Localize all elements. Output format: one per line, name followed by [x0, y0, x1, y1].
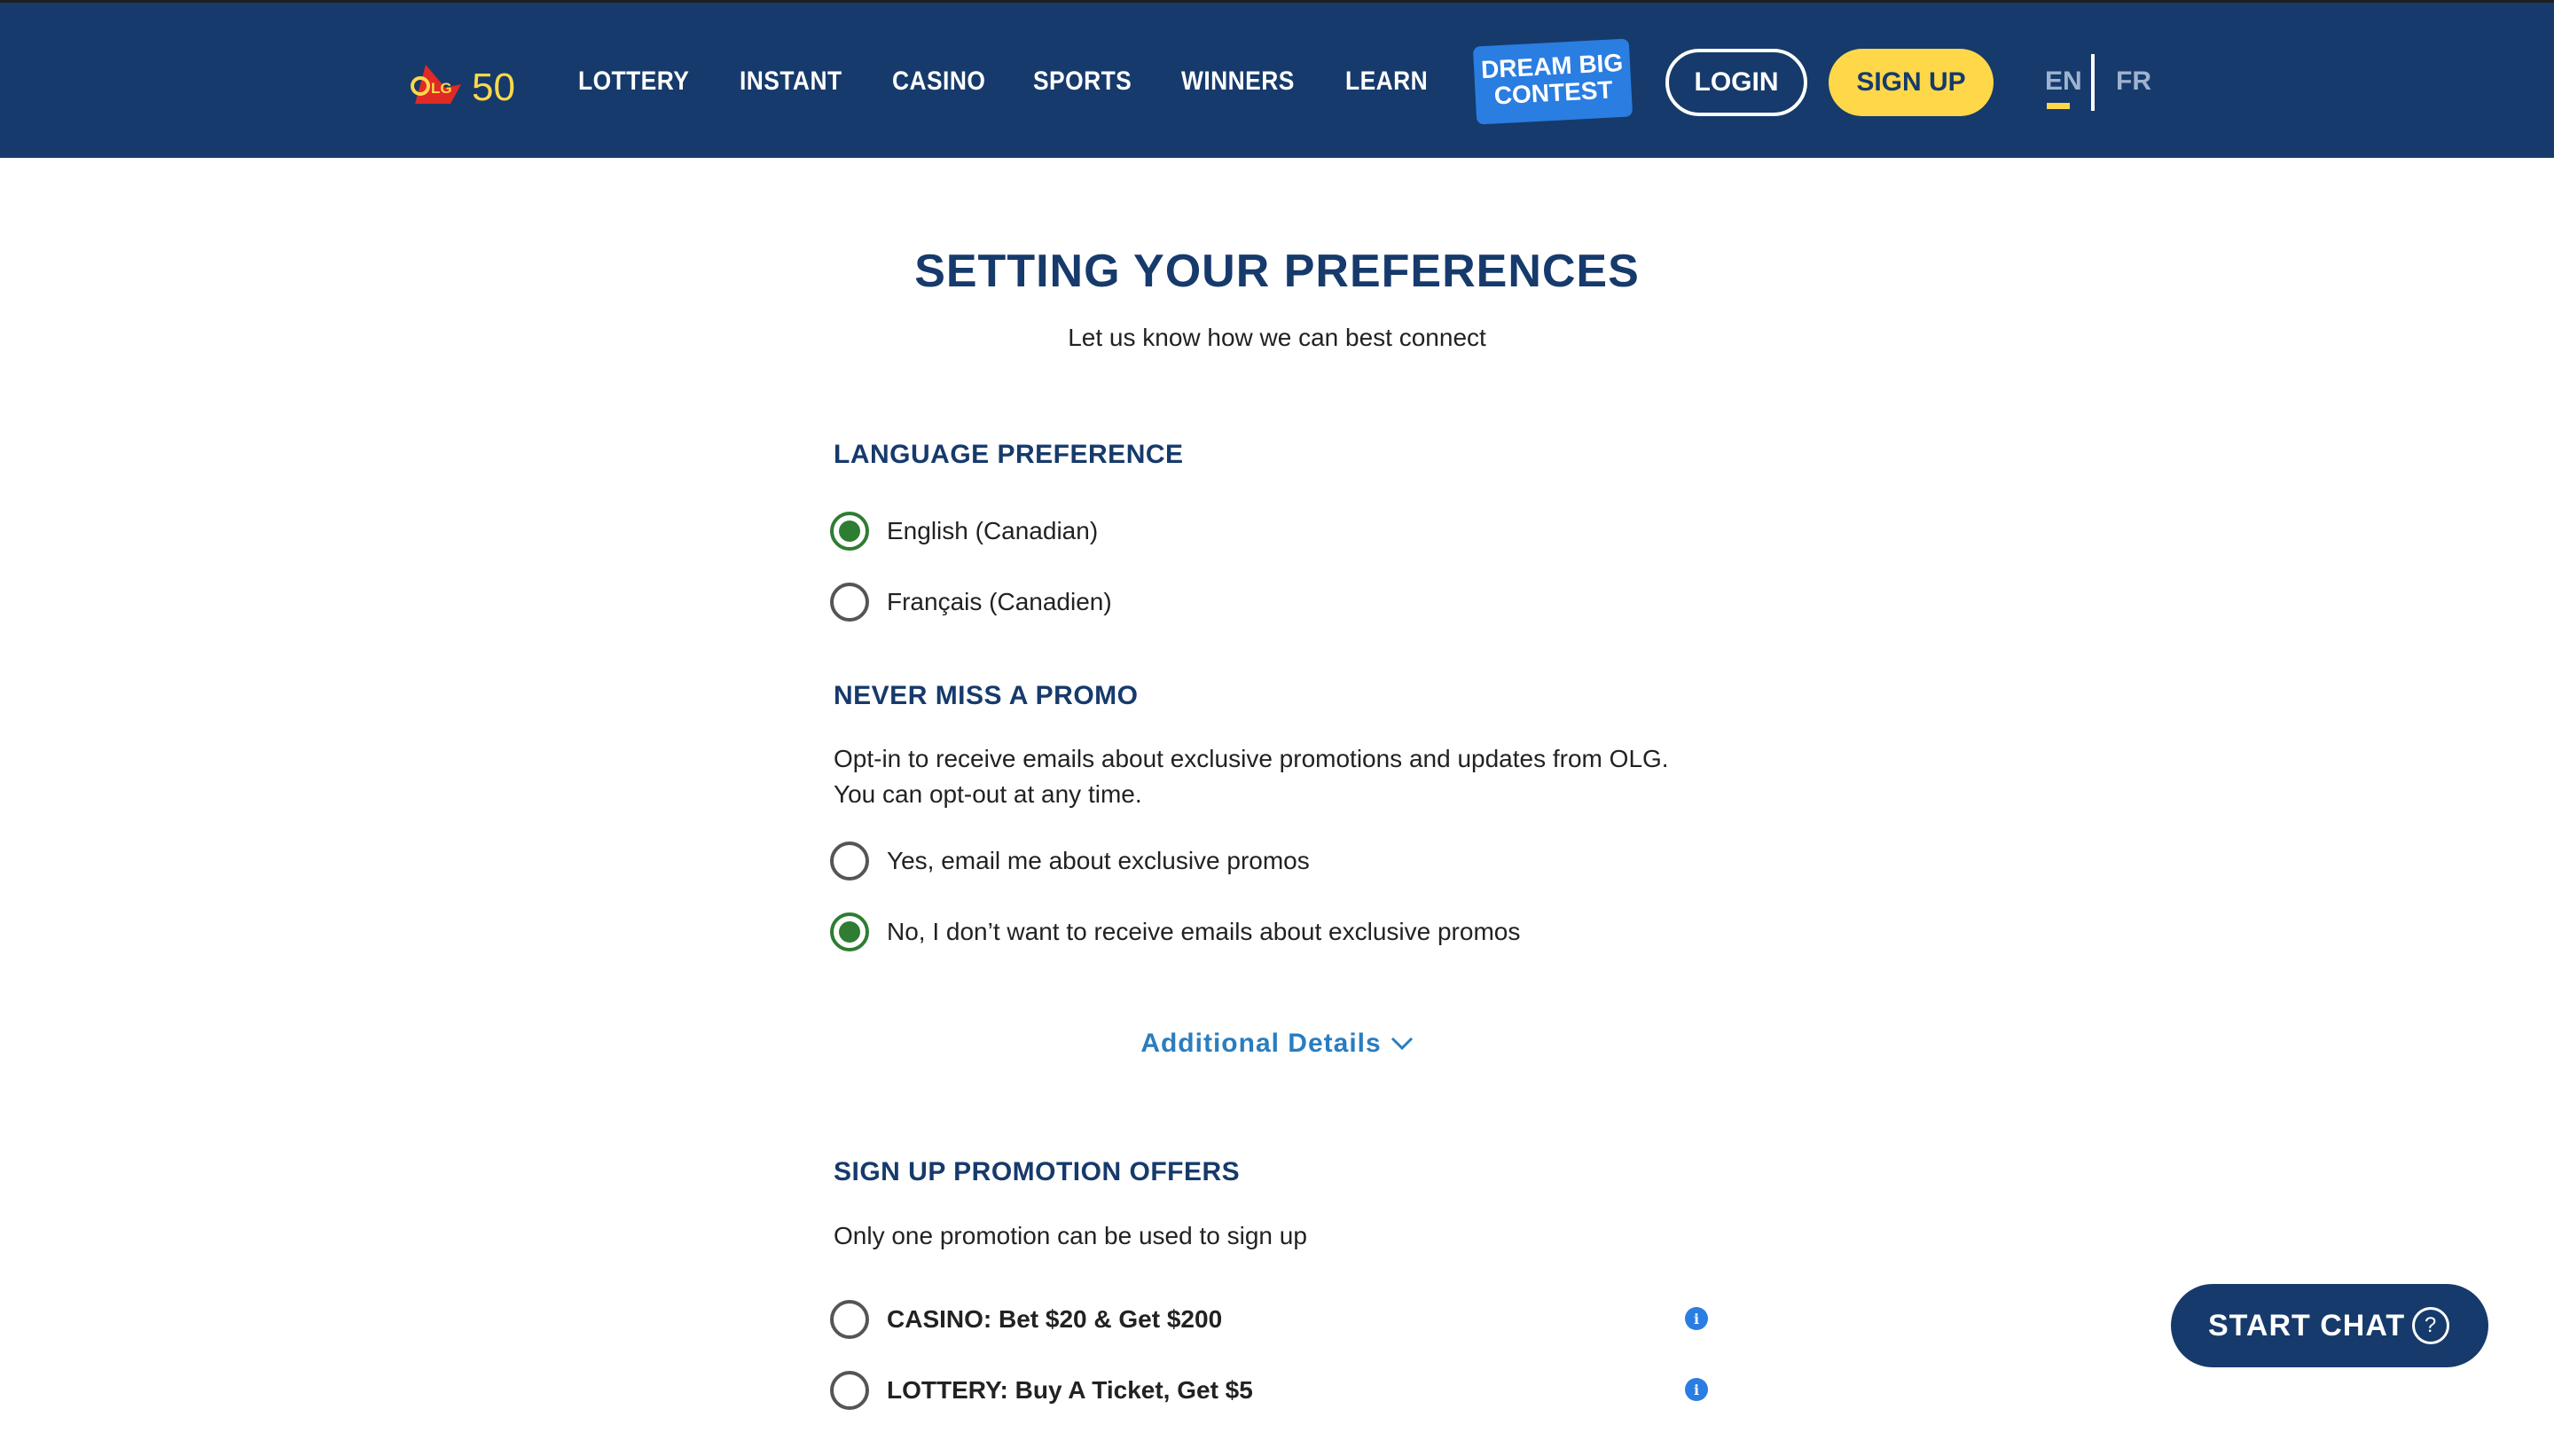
signup-offers-heading: SIGN UP PROMOTION OFFERS — [834, 1157, 1241, 1186]
promo-heading: NEVER MISS A PROMO — [834, 681, 1139, 710]
info-icon[interactable]: i — [1685, 1307, 1708, 1330]
svg-text:LG: LG — [431, 80, 452, 97]
dream-big-contest-button[interactable]: DREAM BIG CONTEST — [1472, 38, 1633, 125]
login-button[interactable]: LOGIN — [1665, 49, 1807, 116]
signup-offers-description: Only one promotion can be used to sign u… — [834, 1222, 1307, 1249]
radio-offer-casino[interactable] — [830, 1300, 869, 1339]
lang-fr-toggle[interactable]: FR — [2116, 67, 2151, 97]
offer-option-lottery[interactable]: LOTTERY: Buy A Ticket, Get $5 — [830, 1371, 1253, 1410]
page-subtitle: Let us know how we can best connect — [1068, 324, 1486, 351]
radio-french[interactable] — [830, 583, 869, 622]
radio-offer-lottery[interactable] — [830, 1371, 869, 1410]
radio-label: English (Canadian) — [887, 517, 1099, 544]
info-icon[interactable]: i — [1685, 1378, 1708, 1401]
radio-label: CASINO: Bet $20 & Get $200 — [887, 1305, 1223, 1333]
additional-details-label: Additional Details — [1140, 1029, 1382, 1058]
nav-winners[interactable]: WINNERS — [1181, 67, 1295, 97]
language-option-french[interactable]: Français (Canadien) — [830, 583, 1112, 622]
top-header: LG 50 LOTTERY INSTANT CASINO SPORTS WINN… — [0, 0, 2554, 158]
radio-promo-yes[interactable] — [830, 842, 869, 881]
language-option-english[interactable]: English (Canadian) — [830, 512, 1098, 551]
signup-button[interactable]: SIGN UP — [1829, 49, 1994, 116]
radio-promo-no[interactable] — [830, 912, 869, 951]
olg-50-logo[interactable]: LG 50 — [408, 58, 532, 109]
start-chat-label: START CHAT — [2208, 1308, 2406, 1342]
start-chat-button[interactable]: START CHAT ? — [2171, 1284, 2488, 1367]
lang-divider — [2091, 54, 2095, 111]
nav-learn[interactable]: LEARN — [1345, 67, 1428, 97]
question-circle-icon: ? — [2412, 1307, 2449, 1344]
offer-option-casino[interactable]: CASINO: Bet $20 & Get $200 — [830, 1300, 1222, 1339]
chevron-down-icon — [1391, 1037, 1413, 1051]
radio-label: No, I don’t want to receive emails about… — [887, 918, 1521, 945]
radio-label: Yes, email me about exclusive promos — [887, 847, 1310, 874]
additional-details-toggle[interactable]: Additional Details — [0, 1029, 2554, 1059]
radio-label: Français (Canadien) — [887, 588, 1112, 615]
nav-lottery[interactable]: LOTTERY — [578, 67, 689, 97]
main-nav: LOTTERY INSTANT CASINO SPORTS WINNERS LE… — [578, 67, 1439, 97]
language-heading: LANGUAGE PREFERENCE — [834, 440, 1184, 469]
page-title: SETTING YOUR PREFERENCES — [914, 246, 1640, 297]
lang-en-toggle[interactable]: EN — [2045, 67, 2082, 97]
nav-instant[interactable]: INSTANT — [740, 67, 842, 97]
promo-option-yes[interactable]: Yes, email me about exclusive promos — [830, 842, 1310, 881]
lang-active-indicator — [2047, 103, 2070, 109]
promo-description: Opt-in to receive emails about exclusive… — [834, 745, 1669, 808]
svg-text:50: 50 — [472, 66, 515, 109]
promo-option-no[interactable]: No, I don’t want to receive emails about… — [830, 912, 1520, 951]
nav-sports[interactable]: SPORTS — [1033, 67, 1132, 97]
radio-english[interactable] — [830, 512, 869, 551]
dream-big-line2: CONTEST — [1493, 75, 1614, 110]
radio-label: LOTTERY: Buy A Ticket, Get $5 — [887, 1376, 1253, 1404]
nav-casino[interactable]: CASINO — [892, 67, 985, 97]
